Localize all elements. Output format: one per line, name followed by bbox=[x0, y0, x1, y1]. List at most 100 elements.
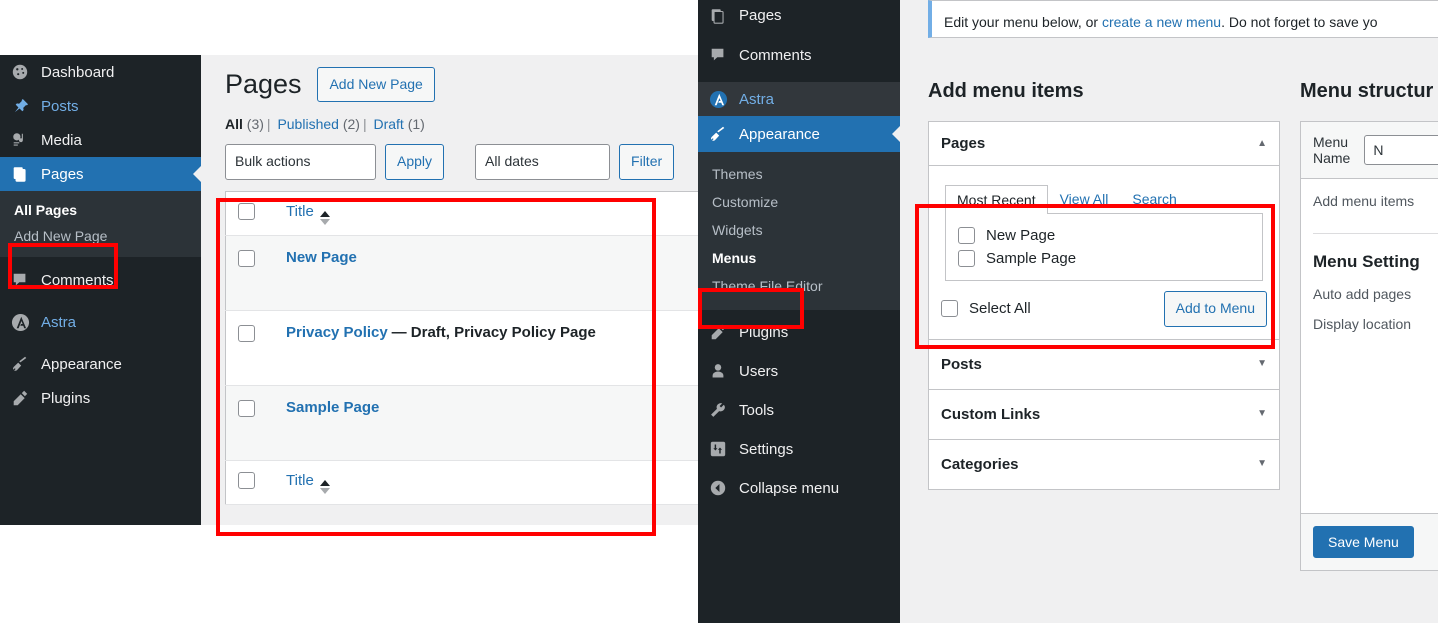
table-footer-row: Title bbox=[225, 460, 698, 505]
sidebar-item-plugins[interactable]: Plugins bbox=[0, 381, 201, 415]
caret-down-icon[interactable]: ▼ bbox=[1257, 459, 1267, 469]
sidebar-item-comments[interactable]: Comments bbox=[0, 263, 201, 297]
categories-metabox-header[interactable]: Categories ▼ bbox=[929, 440, 1279, 489]
sidebar-item-pages[interactable]: Pages bbox=[0, 157, 201, 191]
select-all-footer-cell bbox=[226, 460, 287, 504]
filter-all[interactable]: All (3) bbox=[225, 116, 264, 132]
sidebar-item-add-new-page[interactable]: Add New Page bbox=[0, 223, 201, 249]
save-menu-button[interactable]: Save Menu bbox=[1313, 526, 1414, 558]
add-to-menu-button[interactable]: Add to Menu bbox=[1163, 291, 1267, 327]
sidebar-item-appearance[interactable]: Appearance bbox=[0, 347, 201, 381]
sidebar2-item-tools[interactable]: Tools bbox=[698, 393, 900, 427]
row-checkbox-cell bbox=[226, 235, 287, 310]
table-row: Privacy Policy — Draft, Privacy Policy P… bbox=[225, 310, 698, 386]
media-icon bbox=[10, 130, 30, 150]
custom-links-metabox-header[interactable]: Custom Links ▼ bbox=[929, 390, 1279, 439]
comment-icon bbox=[708, 45, 728, 65]
display-location-label: Display location bbox=[1313, 316, 1412, 332]
menu-settings-heading: Menu Setting bbox=[1313, 252, 1420, 271]
sort-arrows-icon[interactable] bbox=[319, 479, 330, 494]
sidebar2-item-astra[interactable]: Astra bbox=[698, 82, 900, 116]
collapse-icon bbox=[708, 478, 728, 498]
menu-name-label: Menu Name bbox=[1313, 134, 1351, 166]
caret-down-icon[interactable]: ▼ bbox=[1257, 359, 1267, 369]
page-checkbox[interactable] bbox=[958, 250, 975, 267]
sidebar2-item-themes[interactable]: Themes bbox=[698, 160, 900, 188]
sidebar-item-label: Posts bbox=[41, 97, 79, 115]
sidebar2-item-label: Tools bbox=[739, 401, 775, 419]
posts-metabox: Posts ▼ bbox=[928, 339, 1280, 390]
row-title-link[interactable]: Privacy Policy bbox=[286, 324, 388, 341]
sort-arrows-icon[interactable] bbox=[319, 210, 330, 225]
menu-item-checkbox-row[interactable]: Sample Page bbox=[958, 247, 1250, 270]
bulk-actions-select-wrap: Bulk actions bbox=[225, 144, 376, 180]
auto-add-pages-label: Auto add pages bbox=[1313, 286, 1412, 302]
sidebar2-item-theme-file-editor[interactable]: Theme File Editor bbox=[698, 272, 900, 300]
sidebar2-item-widgets[interactable]: Widgets bbox=[698, 216, 900, 244]
add-new-page-button[interactable]: Add New Page bbox=[317, 67, 435, 102]
tab-search[interactable]: Search bbox=[1120, 184, 1188, 213]
settings-icon bbox=[708, 439, 728, 459]
select-all-checkbox[interactable] bbox=[941, 300, 958, 318]
select-all-checkbox-footer[interactable] bbox=[238, 472, 255, 490]
sidebar2-item-collapse-menu[interactable]: Collapse menu bbox=[698, 471, 900, 505]
row-checkbox[interactable] bbox=[238, 324, 255, 342]
pages-screen-bottom-whitespace bbox=[0, 525, 698, 623]
pages-metabox: Pages ▲ Most Recent View All Search New … bbox=[928, 121, 1280, 340]
sidebar-item-astra[interactable]: Astra bbox=[0, 305, 201, 339]
title-column-footer: Title bbox=[286, 460, 698, 504]
sidebar2-item-label: Appearance bbox=[739, 125, 820, 143]
menu-settings-section: Menu Setting Auto add pages Display loca… bbox=[1313, 233, 1438, 332]
sidebar2-item-label: Plugins bbox=[739, 323, 789, 341]
sidebar-item-posts[interactable]: Posts bbox=[0, 89, 201, 123]
title-sort-link[interactable]: Title bbox=[286, 203, 314, 220]
tab-most-recent[interactable]: Most Recent bbox=[945, 185, 1048, 214]
sidebar-item-all-pages[interactable]: All Pages bbox=[0, 197, 201, 223]
pages-metabox-title: Pages bbox=[941, 135, 986, 152]
page-checkbox-label: Sample Page bbox=[986, 250, 1077, 267]
title-sort-link-footer[interactable]: Title bbox=[286, 472, 314, 489]
pages-metabox-header[interactable]: Pages ▲ bbox=[929, 122, 1279, 166]
row-title-link[interactable]: New Page bbox=[286, 249, 357, 266]
menu-name-row: Menu Name bbox=[1301, 122, 1438, 179]
menu-structure-heading: Menu structur bbox=[1300, 80, 1434, 102]
filter-draft[interactable]: Draft bbox=[373, 116, 403, 132]
apply-button[interactable]: Apply bbox=[385, 144, 445, 180]
caret-down-icon[interactable]: ▼ bbox=[1257, 409, 1267, 419]
sidebar2-item-appearance[interactable]: Appearance bbox=[698, 116, 900, 152]
sidebar2-item-customize[interactable]: Customize bbox=[698, 188, 900, 216]
page-checkbox[interactable] bbox=[958, 227, 975, 244]
menu-notice: Edit your menu below, or create a new me… bbox=[928, 0, 1438, 38]
posts-metabox-header[interactable]: Posts ▼ bbox=[929, 340, 1279, 389]
select-all-checkbox[interactable] bbox=[238, 203, 255, 221]
sidebar2-item-label: Users bbox=[739, 362, 779, 380]
sidebar2-item-comments[interactable]: Comments bbox=[698, 38, 900, 72]
create-new-menu-link[interactable]: create a new menu bbox=[1102, 14, 1221, 30]
menu-item-checkbox-row[interactable]: New Page bbox=[958, 224, 1250, 247]
caret-up-icon[interactable]: ▲ bbox=[1257, 138, 1267, 149]
sidebar2-item-menus[interactable]: Menus bbox=[698, 244, 900, 272]
sidebar2-item-settings[interactable]: Settings bbox=[698, 432, 900, 466]
dates-select[interactable]: All dates bbox=[475, 144, 611, 180]
row-checkbox[interactable] bbox=[238, 249, 255, 267]
filter-button[interactable]: Filter bbox=[619, 144, 675, 180]
row-title-cell: Sample Page bbox=[286, 385, 698, 460]
row-title-link[interactable]: Sample Page bbox=[286, 399, 379, 416]
pages-icon bbox=[708, 6, 728, 26]
sidebar-item-dashboard[interactable]: Dashboard bbox=[0, 55, 201, 89]
pages-icon bbox=[10, 164, 30, 184]
bulk-actions-select[interactable]: Bulk actions bbox=[225, 144, 376, 180]
sidebar2-item-plugins[interactable]: Plugins bbox=[698, 315, 900, 349]
sidebar2-item-pages[interactable]: Pages bbox=[698, 0, 900, 31]
sidebar2-item-label: Pages bbox=[739, 7, 782, 24]
tab-view-all[interactable]: View All bbox=[1048, 184, 1121, 213]
sidebar2-item-users[interactable]: Users bbox=[698, 354, 900, 388]
row-checkbox[interactable] bbox=[238, 399, 255, 417]
sidebar-item-media[interactable]: Media bbox=[0, 123, 201, 157]
select-all-label: Select All bbox=[969, 300, 1031, 318]
sidebar-item-label: Appearance bbox=[41, 355, 122, 373]
filter-published[interactable]: Published bbox=[277, 116, 339, 132]
select-all-row[interactable]: Select All bbox=[941, 297, 1031, 320]
filter-published-label: Published bbox=[277, 116, 339, 133]
menu-name-input[interactable] bbox=[1364, 135, 1438, 165]
